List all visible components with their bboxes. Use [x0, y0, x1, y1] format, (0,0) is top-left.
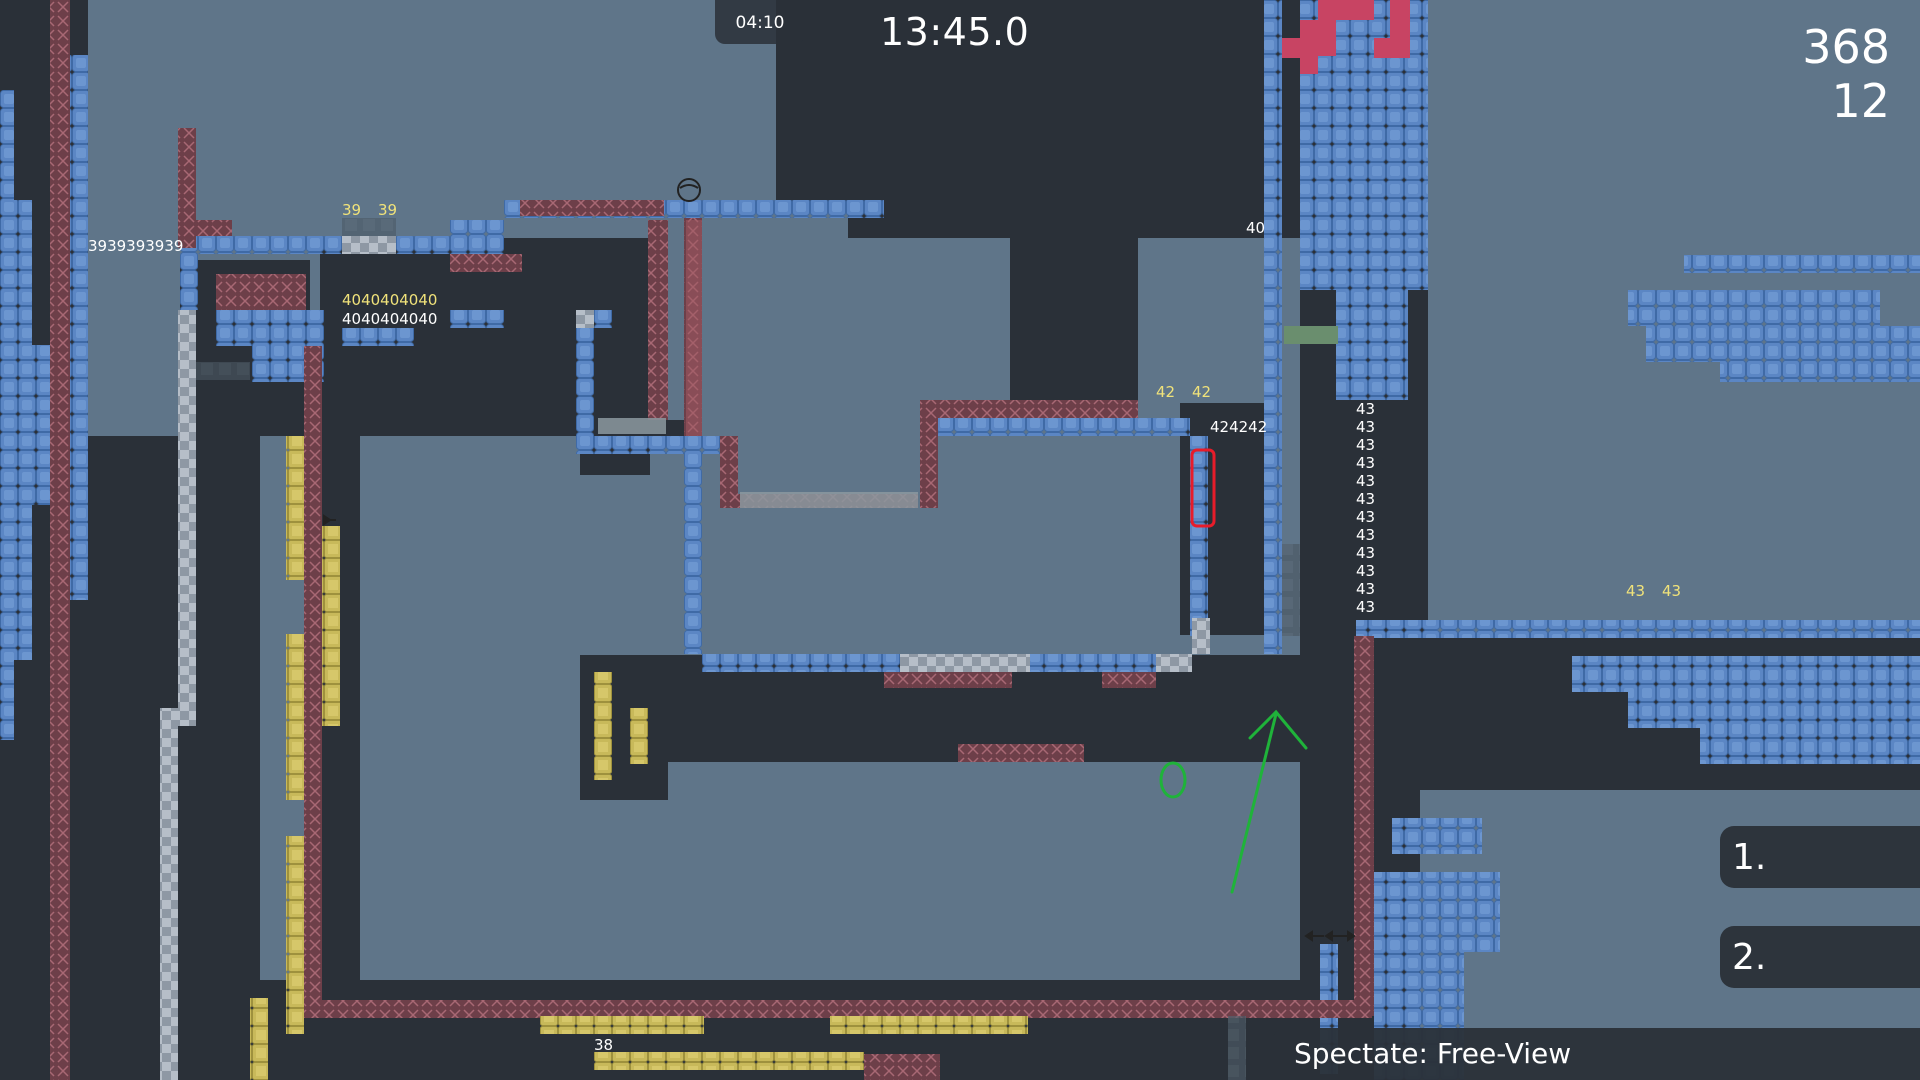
label-43: 43 [1356, 472, 1375, 490]
scoreboard-rank-2: 2. [1720, 926, 1920, 988]
score-secondary: 12 [1831, 74, 1890, 128]
label-43: 43 [1356, 598, 1375, 616]
spectate-mode-label: Spectate: Free-View [1272, 1028, 1920, 1080]
tee-player [677, 178, 701, 202]
game-map: 3939393939 39 39 4040404040 4040404040 4… [0, 0, 1920, 1080]
label-43-a: 43 [1626, 582, 1645, 600]
label-39-a: 39 [342, 201, 361, 219]
label-43: 43 [1356, 400, 1375, 418]
label-43: 43 [1356, 418, 1375, 436]
label-38: 38 [594, 1036, 613, 1054]
label-39-run: 3939393939 [88, 237, 183, 255]
label-40-row1: 4040404040 [342, 291, 437, 309]
label-43-b: 43 [1662, 582, 1681, 600]
label-42-a: 42 [1156, 383, 1175, 401]
scoreboard-rank-1: 1. [1720, 826, 1920, 888]
label-43: 43 [1356, 544, 1375, 562]
score-primary: 368 [1802, 20, 1890, 74]
label-43: 43 [1356, 580, 1375, 598]
label-40-row2: 4040404040 [342, 310, 437, 328]
label-42-b: 42 [1192, 383, 1211, 401]
label-42-run: 424242 [1210, 418, 1267, 436]
label-40-right: 40 [1246, 219, 1265, 237]
score-display: 368 12 [1802, 20, 1890, 128]
label-43: 43 [1356, 490, 1375, 508]
round-timer-small: 04:10 [715, 0, 805, 44]
label-43: 43 [1356, 508, 1375, 526]
label-43: 43 [1356, 436, 1375, 454]
label-43: 43 [1356, 454, 1375, 472]
label-43: 43 [1356, 562, 1375, 580]
label-39-b: 39 [378, 201, 397, 219]
label-43: 43 [1356, 526, 1375, 544]
race-timer: 13:45.0 [880, 10, 1030, 54]
